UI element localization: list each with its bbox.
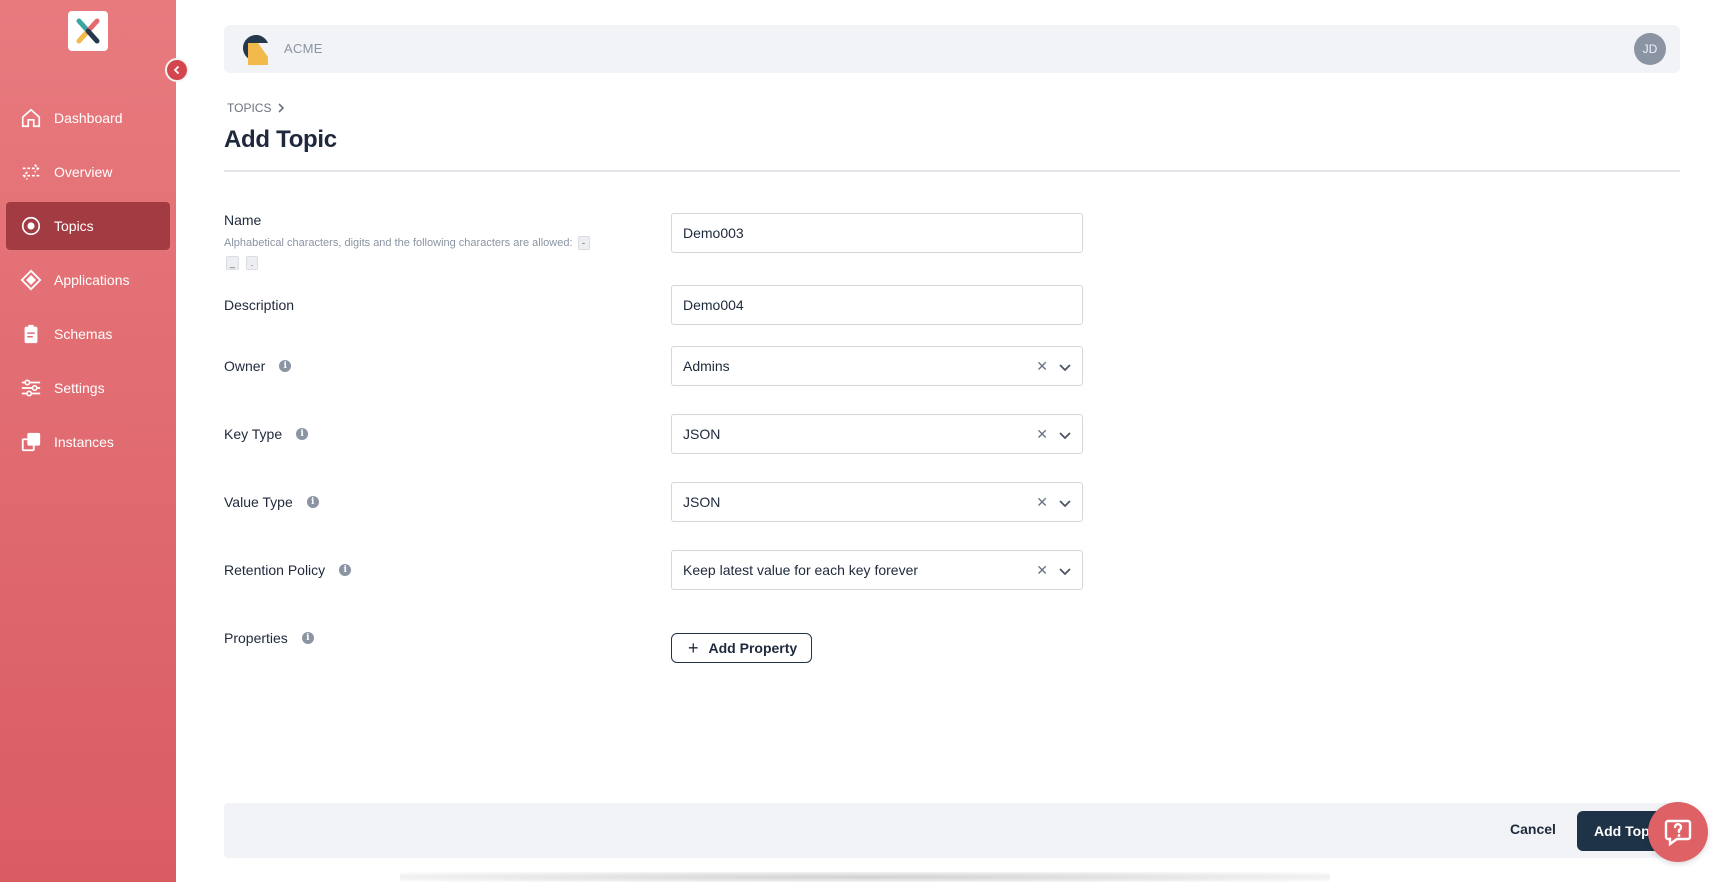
org-logo-icon (240, 33, 270, 65)
description-label-text: Description (224, 297, 295, 313)
retention-policy-label: Retention Policy i (224, 562, 352, 578)
collapse-sidebar-button[interactable] (165, 58, 189, 82)
target-icon (18, 213, 44, 239)
info-icon[interactable]: i (296, 428, 309, 440)
name-input-value: Demo003 (683, 225, 744, 241)
retention-policy-select-value: Keep latest value for each key forever (683, 562, 919, 578)
sidebar-item-label: Topics (54, 218, 94, 234)
owner-select-value: Admins (683, 358, 730, 374)
name-label: Name (224, 212, 261, 228)
title-divider (224, 170, 1680, 172)
name-hint-text: Alphabetical characters, digits and the … (224, 237, 573, 249)
form-footer (224, 803, 1680, 858)
name-hint: Alphabetical characters, digits and the … (224, 233, 624, 273)
sidebar-item-label: Overview (54, 164, 113, 180)
owner-select[interactable]: Admins ✕ (671, 346, 1083, 386)
retention-policy-select[interactable]: Keep latest value for each key forever ✕ (671, 550, 1083, 590)
clear-icon[interactable]: ✕ (1036, 426, 1048, 443)
clear-icon[interactable]: ✕ (1036, 494, 1048, 511)
sidebar-item-label: Dashboard (54, 110, 123, 126)
description-input[interactable]: Demo004 (671, 285, 1083, 325)
arrows-icon (18, 159, 44, 185)
bottom-shadow (400, 872, 1330, 882)
chevron-down-icon[interactable] (1058, 496, 1072, 510)
key-type-select-value: JSON (683, 426, 721, 442)
key-type-label: Key Type i (224, 426, 309, 442)
name-label-text: Name (224, 212, 262, 228)
info-icon[interactable]: i (306, 496, 319, 508)
key-type-select[interactable]: JSON ✕ (671, 414, 1083, 454)
sidebar-item-schemas[interactable]: Schemas (6, 310, 170, 358)
chevron-down-icon[interactable] (1058, 360, 1072, 374)
avatar[interactable]: JD (1634, 33, 1666, 65)
sidebar: Dashboard Overview Topics Applications S… (0, 0, 176, 882)
value-type-label: Value Type i (224, 494, 319, 510)
properties-label-text: Properties (224, 630, 288, 646)
retention-policy-label-text: Retention Policy (224, 562, 326, 578)
plus-icon: + (688, 637, 699, 658)
clipboard-icon (18, 321, 44, 347)
chevron-down-icon[interactable] (1058, 428, 1072, 442)
sidebar-item-applications[interactable]: Applications (6, 256, 170, 304)
description-input-value: Demo004 (683, 297, 744, 313)
sliders-icon (18, 375, 44, 401)
info-icon[interactable]: i (279, 360, 292, 372)
org-name: ACME (284, 41, 323, 56)
chevron-left-icon (173, 65, 180, 75)
chevron-right-icon (278, 103, 285, 113)
value-type-label-text: Value Type (224, 494, 293, 510)
allowed-char-chip: . (246, 256, 259, 271)
page-title: Add Topic (224, 126, 337, 153)
sidebar-item-label: Settings (54, 380, 105, 396)
key-type-label-text: Key Type (224, 426, 283, 442)
properties-label: Properties i (224, 630, 314, 646)
description-label: Description (224, 297, 294, 313)
sidebar-item-settings[interactable]: Settings (6, 364, 170, 412)
top-bar: ACME JD (224, 25, 1680, 73)
owner-label-text: Owner (224, 358, 266, 374)
clear-icon[interactable]: ✕ (1036, 358, 1048, 375)
value-type-select-value: JSON (683, 494, 721, 510)
name-input[interactable]: Demo003 (671, 213, 1083, 253)
add-property-button[interactable]: + Add Property (671, 633, 812, 663)
breadcrumb: TOPICS (227, 101, 285, 115)
sidebar-item-instances[interactable]: Instances (6, 418, 170, 466)
sidebar-item-dashboard[interactable]: Dashboard (6, 94, 170, 142)
info-icon[interactable]: i (301, 632, 314, 644)
allowed-char-chip: _ (226, 256, 240, 271)
sidebar-item-label: Applications (54, 272, 130, 288)
clear-icon[interactable]: ✕ (1036, 562, 1048, 579)
logo-icon (76, 18, 100, 44)
cancel-button[interactable]: Cancel (1510, 821, 1556, 837)
sidebar-item-overview[interactable]: Overview (6, 148, 170, 196)
sidebar-item-topics[interactable]: Topics (6, 202, 170, 250)
sidebar-item-label: Schemas (54, 326, 113, 342)
owner-label: Owner i (224, 358, 292, 374)
help-chat-button[interactable] (1648, 802, 1708, 862)
chevron-down-icon[interactable] (1058, 564, 1072, 578)
breadcrumb-link-topics[interactable]: TOPICS (227, 101, 271, 115)
value-type-select[interactable]: JSON ✕ (671, 482, 1083, 522)
add-property-label: Add Property (708, 640, 798, 656)
allowed-char-chip: - (577, 236, 590, 251)
instances-icon (18, 429, 44, 455)
sidebar-item-label: Instances (54, 434, 114, 450)
diamond-icon (18, 267, 44, 293)
chat-help-icon (1664, 819, 1692, 847)
app-logo[interactable] (68, 11, 108, 51)
info-icon[interactable]: i (339, 564, 352, 576)
home-icon (18, 105, 44, 131)
